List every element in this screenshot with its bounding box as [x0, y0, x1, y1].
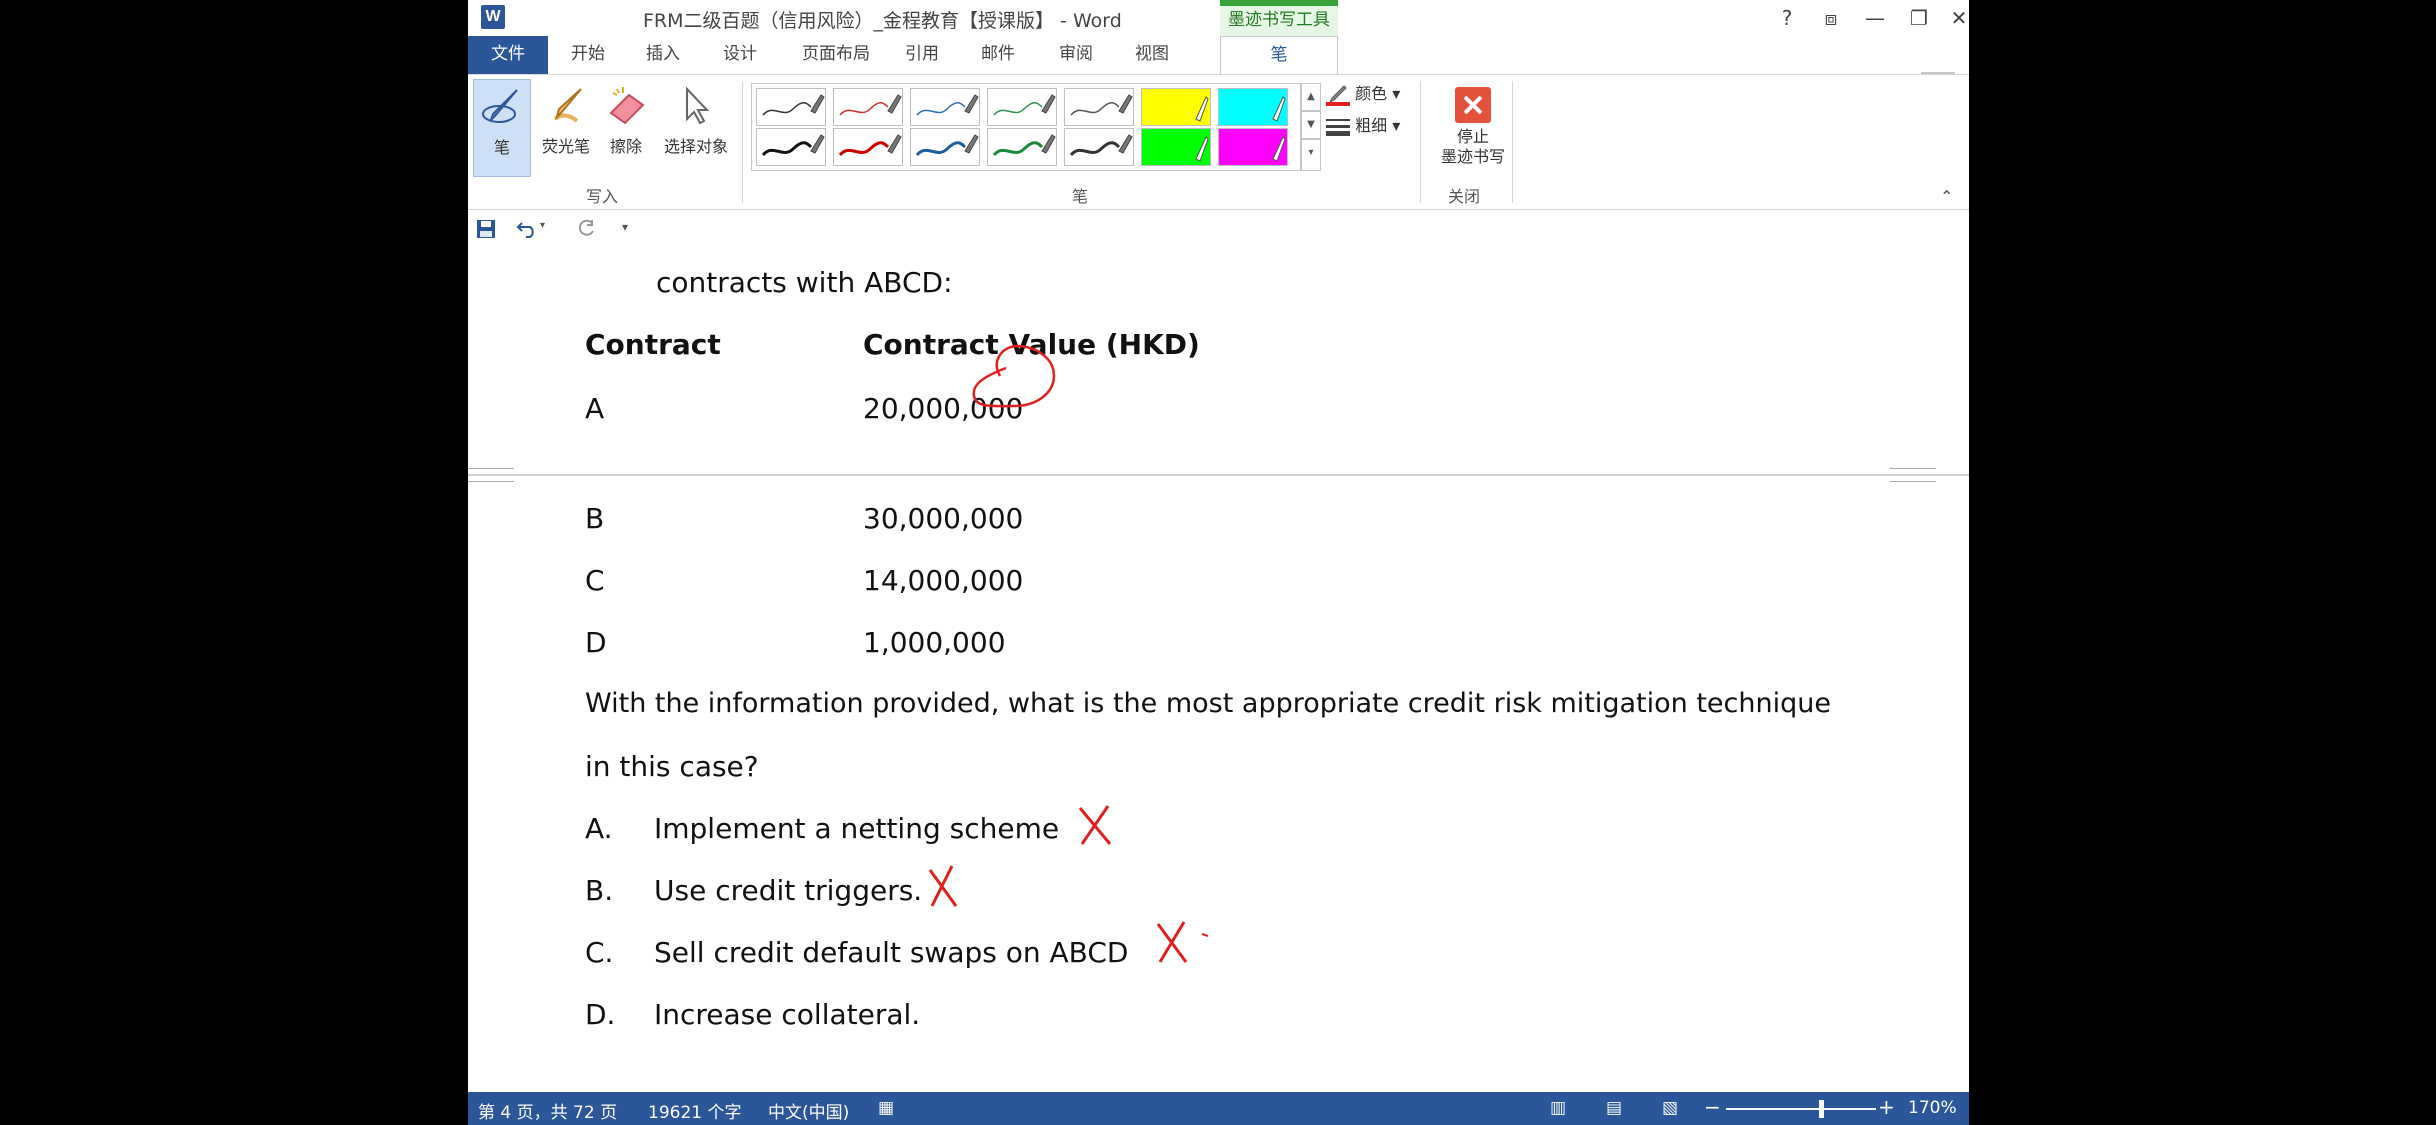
- print-layout-icon[interactable]: ▤: [1606, 1098, 1622, 1118]
- ribbon-pen: 笔 荧光笔 擦除 选择对象 写入 ▲ ▼ ▾ 颜色 ▾ 粗细 ▾ 笔 停止 墨迹…: [468, 74, 1969, 210]
- select-objects-label: 选择对象: [663, 137, 728, 156]
- pen-swatch[interactable]: [1141, 128, 1211, 166]
- pen-icon: [482, 89, 518, 123]
- eraser-button[interactable]: 擦除: [600, 79, 652, 177]
- group-separator: [1512, 81, 1513, 203]
- zoom-level[interactable]: 170%: [1908, 1098, 1957, 1118]
- pen-swatch[interactable]: [1218, 128, 1288, 166]
- pen-swatch[interactable]: [1141, 88, 1211, 126]
- highlighter-icon: [553, 88, 582, 123]
- pen-swatch[interactable]: [987, 88, 1057, 126]
- group-separator: [742, 81, 743, 203]
- save-icon[interactable]: [476, 219, 496, 239]
- page-count[interactable]: 第 4 页，共 72 页: [478, 1098, 617, 1123]
- pen-swatch[interactable]: [1064, 128, 1134, 166]
- redo-icon[interactable]: [576, 219, 596, 239]
- zoom-slider-track[interactable]: [1726, 1108, 1876, 1110]
- zoom-in-button[interactable]: +: [1878, 1095, 1895, 1119]
- pen-swatch[interactable]: [833, 88, 903, 126]
- read-mode-icon[interactable]: ▥: [1550, 1098, 1566, 1118]
- stop-inking-label-1: 停止: [1456, 127, 1489, 146]
- macro-record-icon[interactable]: ▦: [878, 1098, 894, 1118]
- select-objects-button[interactable]: 选择对象: [656, 79, 736, 177]
- pen-button-label: 笔: [493, 138, 510, 157]
- pen-color-button[interactable]: 颜色 ▾: [1326, 81, 1400, 107]
- tab-mailings[interactable]: 邮件: [968, 36, 1028, 74]
- stop-inking-button[interactable]: 停止 墨迹书写: [1428, 79, 1518, 177]
- word-count[interactable]: 19621 个字: [648, 1098, 741, 1123]
- undo-icon[interactable]: [516, 219, 538, 239]
- ink-x-option-a: [1078, 805, 1112, 845]
- customize-qat-icon[interactable]: ▾: [622, 220, 628, 234]
- word-window: W FRM二级百题（信用风险）_金程教育【授课版】 - Word 墨迹书写工具 …: [468, 0, 1969, 1125]
- tab-review[interactable]: 审阅: [1046, 36, 1106, 74]
- status-bar: 第 4 页，共 72 页 19621 个字 中文(中国) ▦ ▥ ▤ ▧ − +…: [468, 1092, 1969, 1125]
- tab-view[interactable]: 视图: [1122, 36, 1182, 74]
- pen-weight-button[interactable]: 粗细 ▾: [1326, 113, 1400, 139]
- line-weight-icon: [1326, 118, 1350, 136]
- pen-swatch[interactable]: [1218, 88, 1288, 126]
- web-layout-icon[interactable]: ▧: [1662, 1098, 1678, 1118]
- help-button[interactable]: ?: [1770, 4, 1804, 32]
- gallery-more-button[interactable]: ▾: [1301, 139, 1321, 171]
- eraser-button-label: 擦除: [609, 137, 642, 156]
- ink-x-option-c: [1156, 921, 1188, 963]
- pen-swatch[interactable]: [756, 88, 826, 126]
- document-area[interactable]: contracts with ABCD: Contract Contract V…: [468, 246, 1969, 1092]
- window-title: FRM二级百题（信用风险）_金程教育【授课版】 - Word: [643, 10, 1122, 32]
- word-app-icon[interactable]: W: [481, 5, 505, 29]
- stop-inking-label-2: 墨迹书写: [1440, 147, 1505, 166]
- quick-access-toolbar: ▾ ▾: [468, 210, 1969, 246]
- minimize-button[interactable]: —: [1858, 4, 1892, 32]
- undo-dropdown-icon[interactable]: ▾: [540, 220, 545, 231]
- pens-group-label: 笔: [1072, 187, 1089, 206]
- close-group-label: 关闭: [1448, 187, 1481, 206]
- zoom-slider-thumb[interactable]: [1819, 1100, 1824, 1118]
- zoom-out-button[interactable]: −: [1704, 1095, 1721, 1119]
- ink-x-option-b: [928, 865, 958, 907]
- gallery-scroll-down[interactable]: ▼: [1301, 111, 1321, 139]
- tab-insert[interactable]: 插入: [633, 36, 693, 74]
- highlighter-button-label: 荧光笔: [541, 137, 590, 156]
- pen-swatch[interactable]: [987, 128, 1057, 166]
- close-x-icon: [1455, 87, 1491, 123]
- write-group-label: 写入: [586, 187, 619, 206]
- tab-design[interactable]: 设计: [710, 36, 770, 74]
- ink-dot-option-c: [1201, 933, 1209, 937]
- pen-swatch[interactable]: [1064, 88, 1134, 126]
- pen-weight-label: 粗细: [1355, 116, 1388, 135]
- tab-page-layout[interactable]: 页面布局: [786, 36, 886, 74]
- pen-button[interactable]: 笔: [473, 79, 531, 177]
- pen-swatch[interactable]: [833, 128, 903, 166]
- restore-button[interactable]: ❐: [1902, 4, 1936, 32]
- pen-color-label: 颜色: [1355, 84, 1388, 103]
- title-bar: W FRM二级百题（信用风险）_金程教育【授课版】 - Word 墨迹书写工具 …: [468, 0, 1969, 36]
- pen-color-icon: [1326, 84, 1350, 106]
- ribbon-tabs: 文件 开始 插入 设计 页面布局 引用 邮件 审阅 视图 笔 登录: [468, 36, 1969, 106]
- highlighter-button[interactable]: 荧光笔: [536, 79, 596, 177]
- tab-pen[interactable]: 笔: [1220, 36, 1338, 74]
- cursor-arrow-icon: [686, 86, 710, 125]
- collapse-ribbon-icon[interactable]: ⌃: [1940, 187, 1953, 206]
- eraser-icon: [609, 87, 645, 125]
- tab-file[interactable]: 文件: [468, 36, 548, 74]
- ink-tools-context-label: 墨迹书写工具: [1220, 0, 1338, 36]
- pen-swatch[interactable]: [910, 88, 980, 126]
- pen-swatch[interactable]: [910, 128, 980, 166]
- tab-home[interactable]: 开始: [558, 36, 618, 74]
- ribbon-display-options-button[interactable]: ⧈: [1814, 4, 1848, 32]
- ink-annotations-layer: [928, 344, 1209, 963]
- pen-swatch[interactable]: [756, 128, 826, 166]
- group-separator: [1420, 81, 1421, 203]
- close-button[interactable]: ✕: [1942, 4, 1969, 32]
- language-indicator[interactable]: 中文(中国): [768, 1098, 849, 1123]
- ink-circle-hkd: [972, 344, 1056, 408]
- gallery-scroll-up[interactable]: ▲: [1301, 83, 1321, 111]
- tab-references[interactable]: 引用: [892, 36, 952, 74]
- pens-gallery: [751, 83, 1301, 171]
